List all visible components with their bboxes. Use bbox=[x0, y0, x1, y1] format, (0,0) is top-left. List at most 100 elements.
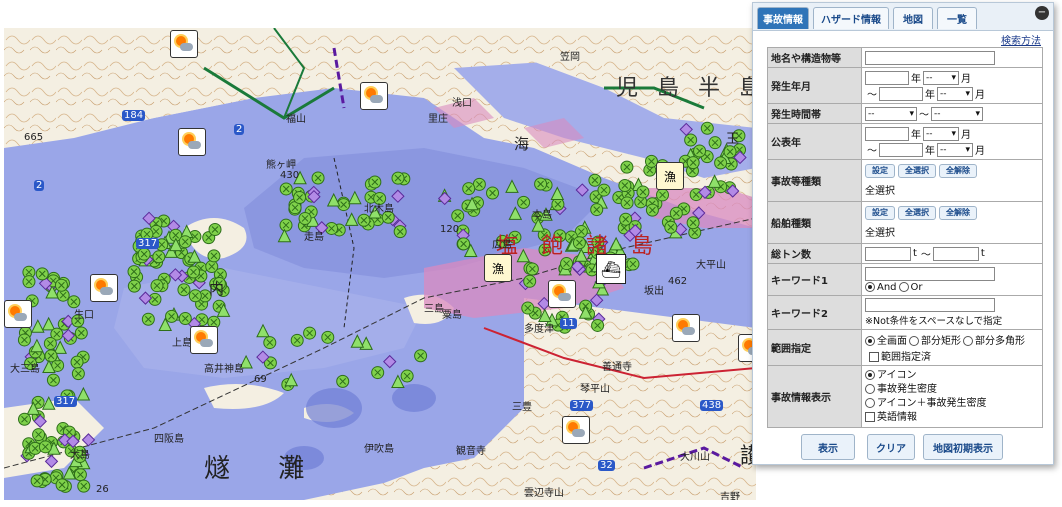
label-time-range: 発生時間帯 bbox=[767, 103, 862, 124]
year-unit: 年 bbox=[911, 130, 921, 141]
range-full-radio[interactable] bbox=[865, 336, 875, 346]
accident-deselect-all-button[interactable]: 全解除 bbox=[939, 164, 977, 178]
weather-sunny-cloudy-icon[interactable] bbox=[190, 326, 218, 354]
accident-type-cell: 設定 全選択 全解除 全選択 bbox=[861, 159, 1043, 202]
pub-to-year-input[interactable] bbox=[879, 142, 923, 157]
tab-hazard-info[interactable]: ハザード情報 bbox=[813, 7, 889, 29]
and-radio[interactable] bbox=[865, 281, 875, 292]
weather-sunny-cloudy-icon[interactable] bbox=[90, 274, 118, 302]
road-shield-438: 438 bbox=[700, 400, 724, 411]
place-honjima: 本島 bbox=[532, 210, 552, 221]
place-kitagi: 北木島 bbox=[364, 204, 394, 215]
or-radio[interactable] bbox=[898, 281, 909, 292]
place-uchiumi: 内 bbox=[209, 280, 225, 298]
fishing-port-icon[interactable]: 漁 bbox=[484, 254, 512, 282]
place-kannonji: 観音寺 bbox=[456, 446, 486, 457]
place-bisan-nada: 燧 灘 bbox=[204, 454, 325, 484]
tab-accident-info[interactable]: 事故情報 bbox=[757, 7, 809, 29]
weather-sunny-cloudy-icon[interactable] bbox=[360, 82, 388, 110]
fishing-port-icon[interactable]: 漁 bbox=[656, 162, 684, 190]
label-vessel-type: 船舶種類 bbox=[767, 201, 862, 244]
place-input[interactable] bbox=[865, 50, 995, 65]
label-place: 地名や構造物等 bbox=[767, 47, 862, 68]
keyword2-note: ※Not条件をスペースなしで指定 bbox=[865, 316, 1003, 327]
keyword2-input[interactable] bbox=[865, 298, 995, 312]
pubyear-cell: 年--月 〜年--月 bbox=[861, 123, 1043, 160]
time-to-select[interactable]: -- bbox=[931, 106, 983, 121]
place-cell bbox=[861, 47, 1043, 68]
range-tilde: 〜 bbox=[919, 110, 929, 121]
map-reset-button[interactable]: 地図初期表示 bbox=[923, 434, 1003, 460]
show-button[interactable]: 表示 bbox=[801, 434, 855, 460]
tab-map[interactable]: 地図 bbox=[893, 7, 933, 29]
elevation-462: 462 bbox=[668, 276, 688, 287]
place-iyoshima: 伊吹島 bbox=[364, 444, 394, 455]
weather-sunny-cloudy-icon[interactable] bbox=[548, 280, 576, 308]
month-unit: 月 bbox=[975, 90, 985, 101]
weather-sunny-cloudy-icon[interactable] bbox=[672, 314, 700, 342]
pub-from-year-input[interactable] bbox=[865, 126, 909, 141]
english-info-checkbox[interactable] bbox=[865, 411, 875, 422]
search-help-link[interactable]: 検索方法 bbox=[1001, 32, 1041, 47]
vessel-settings-button[interactable]: 設定 bbox=[865, 206, 895, 220]
date-from-year-input[interactable] bbox=[865, 70, 909, 85]
tonnage-to-input[interactable] bbox=[932, 246, 979, 261]
or-label: Or bbox=[910, 281, 923, 293]
keyword1-input[interactable] bbox=[865, 266, 995, 281]
place-umi: 海 bbox=[514, 135, 530, 153]
label-publication-year: 公表年 bbox=[767, 123, 862, 160]
place-kasaoka: 笠岡 bbox=[560, 52, 580, 63]
english-info-label: 英語情報 bbox=[877, 411, 917, 423]
date-to-month-select[interactable]: -- bbox=[937, 86, 973, 101]
display-icon-radio[interactable] bbox=[865, 369, 875, 380]
map-canvas[interactable]: 児 島 半 島 塩 飽 諸 島 燧 灘 内 海 福山 熊ヶ岬 北木島 走島 高井… bbox=[4, 28, 756, 500]
range-full-label: 全画面 bbox=[877, 336, 907, 347]
display-both-radio[interactable] bbox=[865, 397, 875, 408]
search-panel: 事故情報 ハザード情報 地図 一覧 − 検索方法 地名や構造物等 発生年月 年-… bbox=[752, 2, 1054, 465]
weather-sunny-cloudy-icon[interactable] bbox=[178, 128, 206, 156]
vessel-select-all-button[interactable]: 全選択 bbox=[898, 206, 936, 220]
place-yoshino: 吉野 bbox=[720, 492, 740, 500]
pub-from-month-select[interactable]: -- bbox=[923, 126, 959, 141]
weather-sunny-cloudy-icon[interactable] bbox=[170, 30, 198, 58]
accident-select-all-button[interactable]: 全選択 bbox=[898, 164, 936, 178]
tonnage-from-input[interactable] bbox=[865, 246, 911, 261]
minimize-panel-button[interactable]: − bbox=[1035, 6, 1049, 20]
display-both-label: アイコン＋事故発生密度 bbox=[877, 397, 987, 409]
accident-settings-button[interactable]: 設定 bbox=[865, 164, 895, 178]
time-from-select[interactable]: -- bbox=[865, 106, 917, 121]
weather-sunny-cloudy-icon[interactable] bbox=[562, 416, 590, 444]
range-rect-radio[interactable] bbox=[909, 336, 919, 346]
pub-to-month-select[interactable]: -- bbox=[937, 142, 973, 157]
place-kamishima: 上島 bbox=[172, 338, 192, 349]
range-poly-radio[interactable] bbox=[963, 336, 973, 346]
road-shield-2b: 2 bbox=[34, 180, 45, 191]
label-display-mode: 事故情報表示 bbox=[767, 365, 862, 428]
place-hiroshima: 広島 bbox=[492, 240, 512, 251]
weather-sunny-cloudy-icon[interactable] bbox=[4, 300, 32, 328]
tonnage-cell: t 〜 t bbox=[861, 243, 1043, 264]
tab-list[interactable]: 一覧 bbox=[937, 7, 977, 29]
range-done-checkbox[interactable] bbox=[869, 352, 879, 362]
year-unit: 年 bbox=[911, 74, 921, 85]
fishing-port-label: 漁 bbox=[663, 169, 676, 184]
place-kotohira: 琴平山 bbox=[580, 384, 610, 395]
range-done-label: 範囲指定済 bbox=[881, 352, 931, 363]
place-shisakajima: 四阪島 bbox=[154, 434, 184, 445]
place-kojima-peninsula: 児 島 半 島 bbox=[616, 76, 756, 101]
elevation-430: 430 bbox=[280, 170, 300, 181]
elevation-69: 69 bbox=[254, 374, 267, 385]
place-awashima: 粟島 bbox=[442, 310, 462, 321]
display-density-radio[interactable] bbox=[865, 383, 875, 394]
date-from-month-select[interactable]: -- bbox=[923, 70, 959, 85]
vessel-selection-status: 全選択 bbox=[865, 228, 895, 239]
place-kumagasaki: 熊ヶ岬 bbox=[266, 160, 296, 171]
search-form: 地名や構造物等 発生年月 年--月 〜年--月 発生時間帯 --〜-- 公表年 … bbox=[767, 47, 1043, 428]
vessel-deselect-all-button[interactable]: 全解除 bbox=[939, 206, 977, 220]
year-unit: 年 bbox=[925, 90, 935, 101]
date-to-year-input[interactable] bbox=[879, 86, 923, 101]
clear-button[interactable]: クリア bbox=[867, 434, 915, 460]
ferry-terminal-icon[interactable]: ⛴ bbox=[596, 254, 626, 284]
keyword1-cell: And Or bbox=[861, 263, 1043, 296]
range-rect-label: 部分矩形 bbox=[921, 336, 961, 347]
